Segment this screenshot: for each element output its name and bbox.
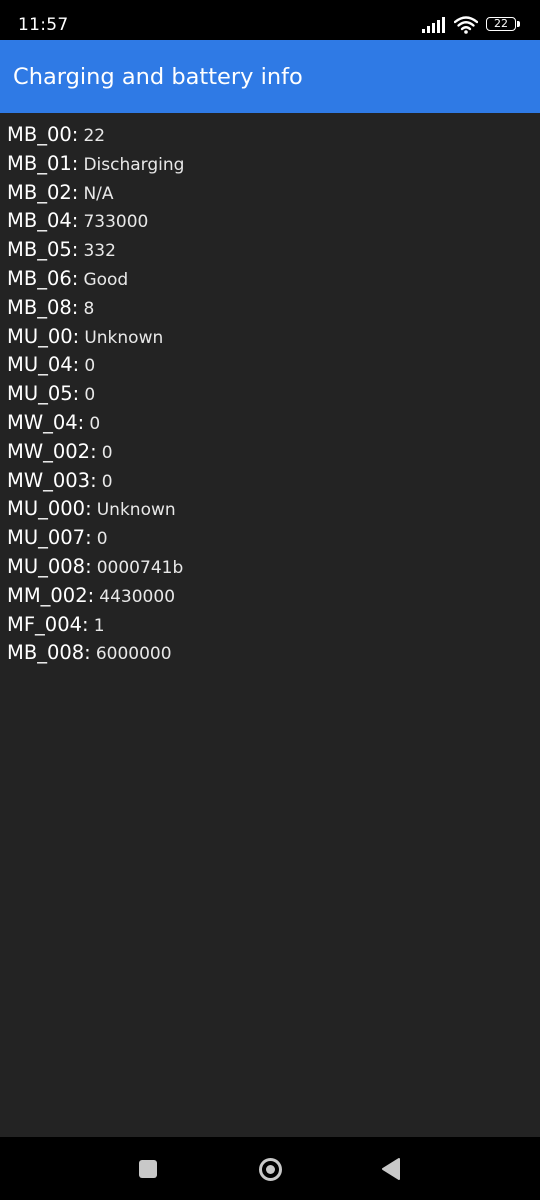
info-row: MB_04: 733000 xyxy=(7,207,184,236)
battery-info-list: MB_00: 22 MB_01: Discharging MB_02: N/A MB_… xyxy=(7,121,184,668)
info-key: MU_000: xyxy=(7,497,92,521)
info-key: MB_06: xyxy=(7,266,79,290)
info-value: Discharging xyxy=(83,154,185,175)
info-key: MW_04: xyxy=(7,410,85,434)
info-value: 4430000 xyxy=(99,586,176,607)
info-value: Unknown xyxy=(96,500,176,521)
back-button[interactable] xyxy=(373,1151,409,1187)
info-key: MB_01: xyxy=(7,151,79,175)
info-key: MB_05: xyxy=(7,238,79,262)
info-value: 0 xyxy=(101,442,113,463)
info-key: MU_04: xyxy=(7,353,80,377)
info-row: MU_00: Unknown xyxy=(7,323,184,352)
info-value: 22 xyxy=(83,126,106,146)
info-row: MU_007: 0 xyxy=(7,524,184,553)
home-button[interactable] xyxy=(252,1151,288,1187)
info-value: 733000 xyxy=(83,212,149,233)
battery-icon: 22 xyxy=(486,17,520,33)
info-row: MW_04: 0 xyxy=(7,409,184,438)
info-key: MB_008: xyxy=(7,641,91,665)
battery-level: 22 xyxy=(494,17,508,30)
battery-info-content: MB_00: 22 MB_01: Discharging MB_02: N/A MB_… xyxy=(0,113,540,1137)
info-row: MM_002: 4430000 xyxy=(7,582,184,611)
info-value: 332 xyxy=(83,241,116,262)
info-key: MB_08: xyxy=(7,295,79,319)
page-title: Charging and battery info xyxy=(13,64,303,90)
info-key: MU_00: xyxy=(7,324,80,348)
info-row: MU_000: Unknown xyxy=(7,495,184,524)
info-key: MF_004: xyxy=(7,612,89,636)
info-row: MW_002: 0 xyxy=(7,438,184,467)
info-row: MW_003: 0 xyxy=(7,467,184,496)
info-key: MU_05: xyxy=(7,382,80,406)
recents-button[interactable] xyxy=(130,1151,166,1187)
signal-icon xyxy=(422,17,445,33)
info-value: N/A xyxy=(83,183,114,204)
info-key: MU_007: xyxy=(7,526,92,550)
info-row: MU_008: 0000741b xyxy=(7,553,184,582)
info-value: 0 xyxy=(96,529,108,550)
info-row: MF_004: 1 xyxy=(7,611,184,640)
home-icon xyxy=(258,1157,282,1181)
app-bar: Charging and battery info xyxy=(0,40,540,113)
back-icon xyxy=(382,1158,400,1180)
info-key: MB_02: xyxy=(7,180,79,204)
info-row: MB_05: 332 xyxy=(7,236,184,265)
info-row: MU_04: 0 xyxy=(7,351,184,380)
info-value: Good xyxy=(83,269,129,290)
info-value: 0 xyxy=(101,471,113,492)
info-row: MU_05: 0 xyxy=(7,380,184,409)
info-row: MB_008: 6000000 xyxy=(7,639,184,668)
status-bar: 11:57 22 xyxy=(0,0,540,40)
info-row: MB_08: 8 xyxy=(7,294,184,323)
info-value: 0 xyxy=(89,413,101,434)
status-icons: 22 xyxy=(422,13,520,37)
info-value: 0000741b xyxy=(96,557,184,578)
info-key: MB_04: xyxy=(7,209,79,233)
info-value: 6000000 xyxy=(95,644,172,665)
info-row: MB_01: Discharging xyxy=(7,150,184,179)
info-key: MW_002: xyxy=(7,439,97,463)
info-value: 0 xyxy=(84,356,96,377)
recents-icon xyxy=(139,1160,157,1178)
info-value: 8 xyxy=(83,298,95,319)
navigation-bar xyxy=(0,1137,540,1200)
info-row: MB_00: 22 xyxy=(7,121,184,150)
status-time: 11:57 xyxy=(18,15,69,35)
info-key: MU_008: xyxy=(7,554,92,578)
wifi-icon xyxy=(454,16,478,34)
info-key: MW_003: xyxy=(7,468,97,492)
info-key: MM_002: xyxy=(7,583,95,607)
info-key: MB_00: xyxy=(7,123,79,146)
info-value: Unknown xyxy=(84,327,164,348)
info-value: 1 xyxy=(93,615,105,636)
info-value: 0 xyxy=(84,385,96,406)
info-row: MB_06: Good xyxy=(7,265,184,294)
info-row: MB_02: N/A xyxy=(7,179,184,208)
